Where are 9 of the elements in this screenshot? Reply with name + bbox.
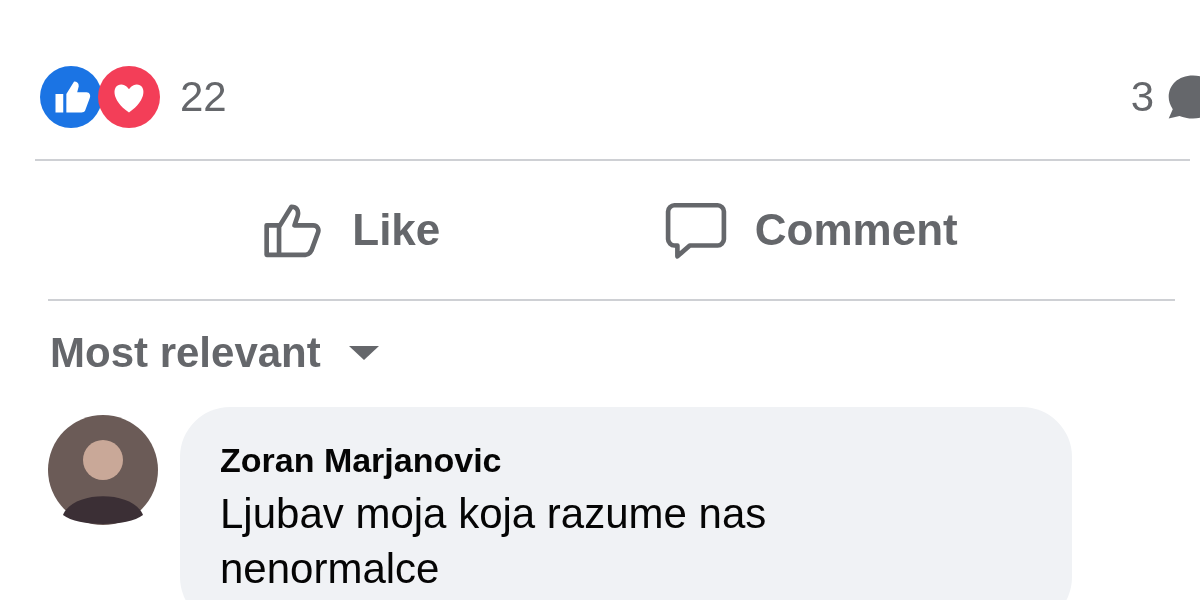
action-button[interactable]: Like <box>242 161 461 299</box>
sort-dropdown[interactable]: Most relevant <box>50 329 379 377</box>
caret-icon <box>348 346 379 360</box>
action-button[interactable]: Comment <box>644 161 978 299</box>
thumbs-up-icon <box>40 66 102 128</box>
comment-author[interactable]: Zoran Marjanovic <box>220 441 502 480</box>
reaction-count[interactable]: 22 <box>180 73 227 121</box>
comment-count[interactable]: 3 <box>1130 73 1154 121</box>
comment-text: Ljubav moja koja razume nas nenormalce <box>220 489 768 595</box>
